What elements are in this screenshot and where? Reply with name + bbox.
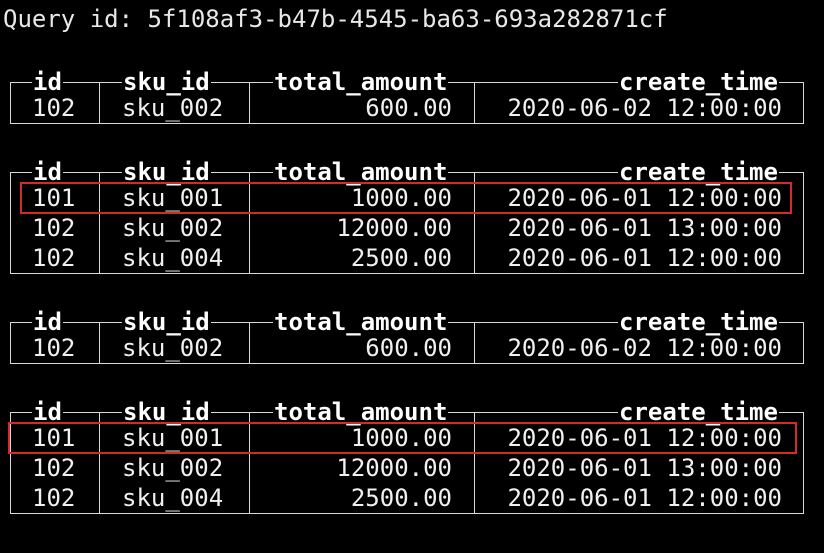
column-divider xyxy=(249,82,250,124)
table-cell-sku-id: sku_004 xyxy=(122,244,224,272)
table-cell-sku-id: sku_004 xyxy=(122,484,224,512)
table-cell-sku-id: sku_002 xyxy=(122,334,224,362)
query-id-line: Query id: 5f108af3-b47b-4545-ba63-693a28… xyxy=(3,4,668,34)
highlighted-row-box xyxy=(20,182,792,214)
table-cell-total-amount: 12000.00 xyxy=(336,454,452,482)
table-cell-id: 102 xyxy=(32,244,76,272)
column-header-create-time: create_time xyxy=(618,308,779,336)
column-header-create-time: create_time xyxy=(618,68,779,96)
table-cell-create-time: 2020-06-01 12:00:00 xyxy=(507,244,782,272)
column-header-total-amount: total_amount xyxy=(273,68,449,96)
column-header-sku-id: sku_id xyxy=(122,308,211,336)
column-header-total-amount: total_amount xyxy=(273,308,449,336)
table-cell-id: 102 xyxy=(32,454,76,482)
table-cell-sku-id: sku_002 xyxy=(122,454,224,482)
table-cell-create-time: 2020-06-01 12:00:00 xyxy=(507,484,782,512)
table-cell-sku-id: sku_002 xyxy=(122,94,224,122)
table-cell-total-amount: 600.00 xyxy=(365,334,452,362)
table-cell-total-amount: 2500.00 xyxy=(350,244,452,272)
column-divider xyxy=(474,82,475,124)
table-cell-create-time: 2020-06-01 13:00:00 xyxy=(507,214,782,242)
query-id-value: 5f108af3-b47b-4545-ba63-693a282871cf xyxy=(147,5,668,33)
query-id-label: Query id: xyxy=(3,5,134,33)
table-cell-total-amount: 600.00 xyxy=(365,94,452,122)
table-cell-id: 102 xyxy=(32,214,76,242)
table-cell-create-time: 2020-06-02 12:00:00 xyxy=(507,334,782,362)
column-divider xyxy=(99,82,100,124)
table-cell-create-time: 2020-06-01 13:00:00 xyxy=(507,454,782,482)
column-header-id: id xyxy=(32,68,63,96)
table-cell-total-amount: 2500.00 xyxy=(350,484,452,512)
table-cell-id: 102 xyxy=(32,484,76,512)
column-header-id: id xyxy=(32,308,63,336)
column-divider xyxy=(474,322,475,364)
column-divider xyxy=(99,322,100,364)
column-header-sku-id: sku_id xyxy=(122,68,211,96)
table-cell-create-time: 2020-06-02 12:00:00 xyxy=(507,94,782,122)
table-cell-id: 102 xyxy=(32,94,76,122)
table-cell-total-amount: 12000.00 xyxy=(336,214,452,242)
table-cell-sku-id: sku_002 xyxy=(122,214,224,242)
table-cell-id: 102 xyxy=(32,334,76,362)
highlighted-row-box xyxy=(8,422,797,454)
column-divider xyxy=(249,322,250,364)
